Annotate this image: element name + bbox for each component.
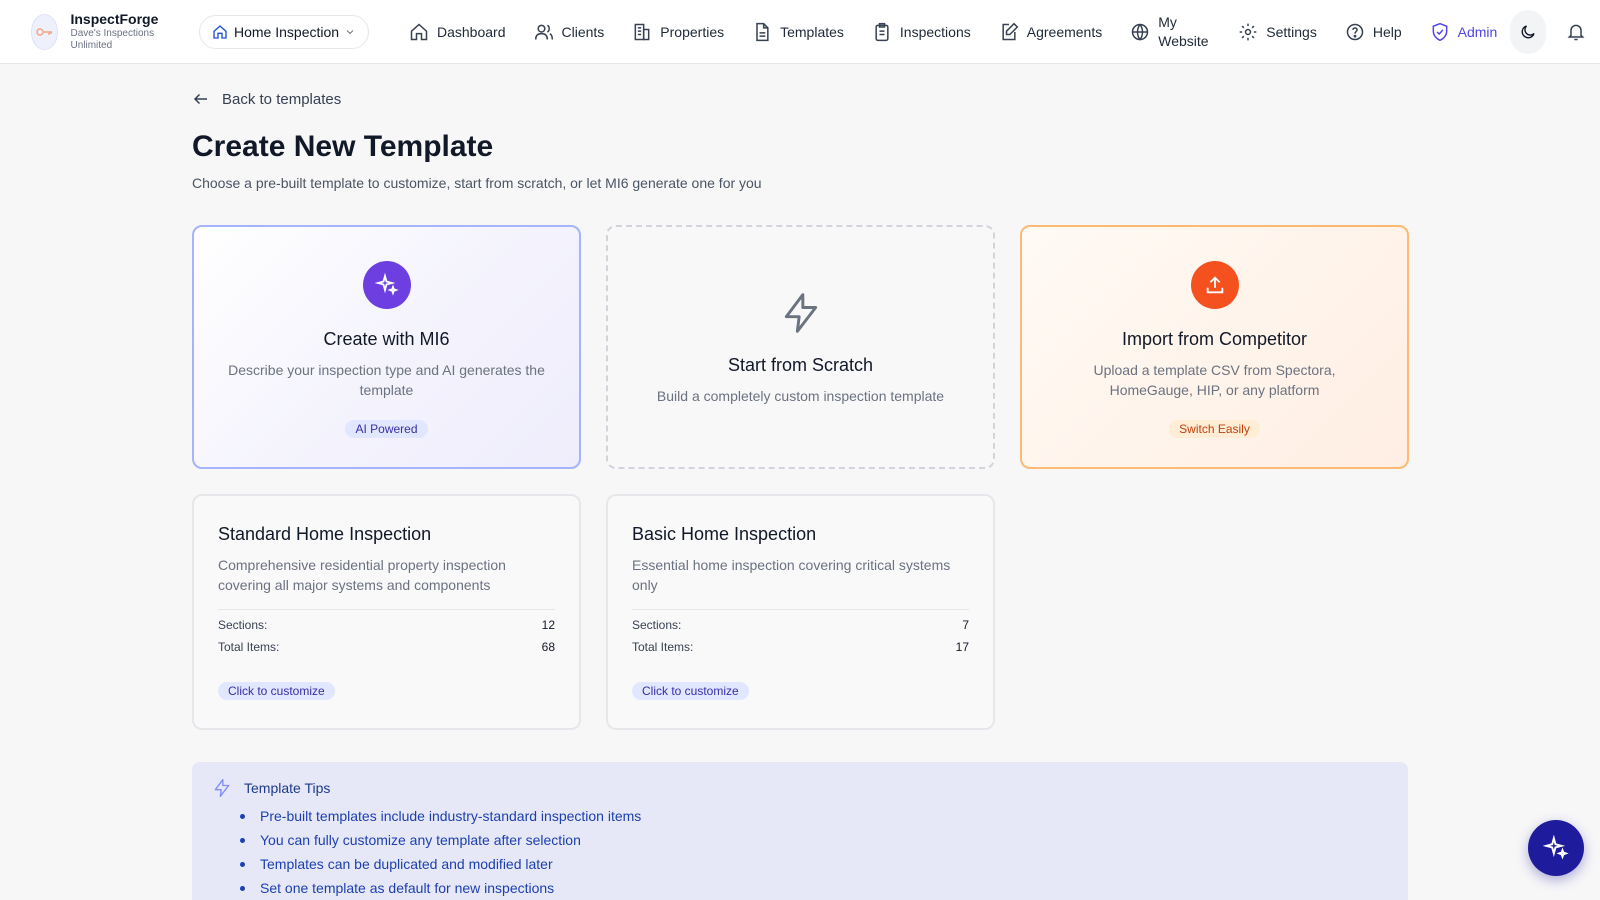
- page-title: Create New Template: [192, 130, 494, 163]
- ai-powered-badge: AI Powered: [345, 420, 428, 438]
- nav-label: Clients: [561, 23, 605, 40]
- arrow-left-icon: [193, 93, 207, 105]
- brand-name: InspectForge: [70, 11, 159, 27]
- template-tips-panel: Template Tips Pre-built templates includ…: [192, 762, 1408, 900]
- nav-my-website[interactable]: My Website: [1130, 0, 1210, 64]
- stat-label: Total Items:: [218, 640, 280, 654]
- nav-help[interactable]: Help: [1345, 0, 1402, 64]
- stat-label: Sections:: [632, 618, 682, 632]
- divider: [632, 609, 969, 610]
- sections-stat: Sections: 7: [632, 618, 969, 632]
- nav-templates[interactable]: Templates: [752, 0, 844, 64]
- nav-agreements[interactable]: Agreements: [999, 0, 1102, 64]
- template-description: Essential home inspection covering criti…: [632, 557, 951, 593]
- customize-badge[interactable]: Click to customize: [632, 682, 749, 700]
- moon-icon: [1521, 25, 1535, 39]
- brand[interactable]: InspectForge Dave's Inspections Unlimite…: [31, 11, 196, 52]
- sections-stat: Sections: 12: [218, 618, 555, 632]
- tip-item: Set one template as default for new insp…: [240, 876, 1388, 900]
- nav-label: Settings: [1266, 23, 1317, 40]
- nav-label: Properties: [660, 23, 725, 40]
- nav-inspections[interactable]: Inspections: [872, 0, 971, 64]
- sparkles-icon: [1543, 835, 1569, 860]
- divider: [218, 609, 555, 610]
- brand-subtitle: Dave's Inspections Unlimited: [70, 28, 155, 51]
- stat-value: 68: [541, 640, 555, 654]
- ai-assistant-fab[interactable]: [1528, 820, 1584, 876]
- help-circle-icon: [1346, 23, 1364, 40]
- card-title: Start from Scratch: [727, 355, 874, 375]
- shield-icon: [1432, 22, 1448, 41]
- inspection-type-value: Home Inspection: [234, 23, 340, 40]
- stat-value: 7: [962, 618, 969, 632]
- switch-easily-badge: Switch Easily: [1169, 420, 1260, 438]
- nav-admin[interactable]: Admin: [1430, 0, 1498, 64]
- page-subtitle: Choose a pre-built template to customize…: [192, 175, 762, 191]
- nav-label: My Website: [1158, 13, 1209, 49]
- nav-label: Dashboard: [437, 23, 506, 40]
- card-title: Import from Competitor: [1121, 329, 1308, 349]
- tips-title: Template Tips: [244, 780, 331, 796]
- users-icon: [534, 24, 553, 40]
- nav-label: Help: [1372, 23, 1402, 40]
- tip-item: Templates can be duplicated and modified…: [240, 852, 1388, 876]
- main-nav: Dashboard Clients Properties Templates I…: [409, 0, 1525, 64]
- card-description: Build a completely custom inspection tem…: [656, 388, 945, 404]
- building-icon: [634, 23, 650, 40]
- theme-toggle-button[interactable]: [1510, 10, 1546, 54]
- create-with-ai-card[interactable]: Create with MI6 Describe your inspection…: [192, 225, 581, 469]
- stat-label: Sections:: [218, 618, 268, 632]
- gear-icon: [1239, 23, 1257, 40]
- tips-list: Pre-built templates include industry-sta…: [240, 804, 1388, 900]
- lightning-icon: [214, 779, 230, 797]
- template-description: Comprehensive residential property inspe…: [218, 557, 506, 593]
- tips-header: Template Tips: [212, 778, 1388, 798]
- sparkles-icon: [362, 261, 411, 309]
- nav-label: Inspections: [899, 23, 971, 40]
- stat-label: Total Items:: [632, 640, 694, 654]
- nav-clients[interactable]: Clients: [534, 0, 605, 64]
- top-navigation-bar: InspectForge Dave's Inspections Unlimite…: [0, 0, 1600, 64]
- card-description: Describe your inspection type and AI gen…: [228, 362, 545, 398]
- nav-settings[interactable]: Settings: [1238, 0, 1317, 64]
- home-icon: [410, 22, 428, 40]
- stat-value: 12: [541, 618, 555, 632]
- document-icon: [756, 22, 769, 41]
- key-icon: [31, 13, 59, 50]
- items-stat: Total Items: 17: [632, 640, 969, 654]
- lightning-icon: [784, 293, 817, 333]
- bell-icon: [1567, 24, 1585, 41]
- template-title: Standard Home Inspection: [218, 524, 432, 544]
- inspection-type-select[interactable]: Home Inspection: [199, 14, 369, 49]
- nav-properties[interactable]: Properties: [632, 0, 724, 64]
- back-to-templates-link[interactable]: Back to templates: [192, 90, 341, 108]
- card-description: Upload a template CSV from Spectora, Hom…: [1093, 362, 1336, 398]
- template-title: Basic Home Inspection: [632, 524, 817, 544]
- home-icon: [213, 24, 227, 39]
- import-from-competitor-card[interactable]: Import from Competitor Upload a template…: [1020, 225, 1409, 469]
- nav-label: Agreements: [1026, 23, 1103, 40]
- template-card-basic[interactable]: Basic Home Inspection Essential home ins…: [606, 494, 995, 730]
- notifications-button[interactable]: [1558, 14, 1594, 50]
- globe-icon: [1131, 23, 1149, 41]
- nav-label: Admin: [1457, 23, 1498, 40]
- tip-item: You can fully customize any template aft…: [240, 828, 1388, 852]
- back-link-label: Back to templates: [222, 90, 342, 108]
- upload-icon: [1190, 261, 1239, 309]
- nav-label: Templates: [780, 23, 844, 40]
- template-card-standard[interactable]: Standard Home Inspection Comprehensive r…: [192, 494, 581, 730]
- items-stat: Total Items: 68: [218, 640, 555, 654]
- stat-value: 17: [955, 640, 969, 654]
- edit-document-icon: [1002, 22, 1019, 40]
- chevron-down-icon: [346, 29, 354, 34]
- customize-badge[interactable]: Click to customize: [218, 682, 335, 700]
- nav-dashboard[interactable]: Dashboard: [409, 0, 506, 64]
- start-from-scratch-card[interactable]: Start from Scratch Build a completely cu…: [606, 225, 995, 469]
- tip-item: Pre-built templates include industry-sta…: [240, 804, 1388, 828]
- card-title: Create with MI6: [323, 329, 450, 349]
- clipboard-icon: [875, 22, 889, 41]
